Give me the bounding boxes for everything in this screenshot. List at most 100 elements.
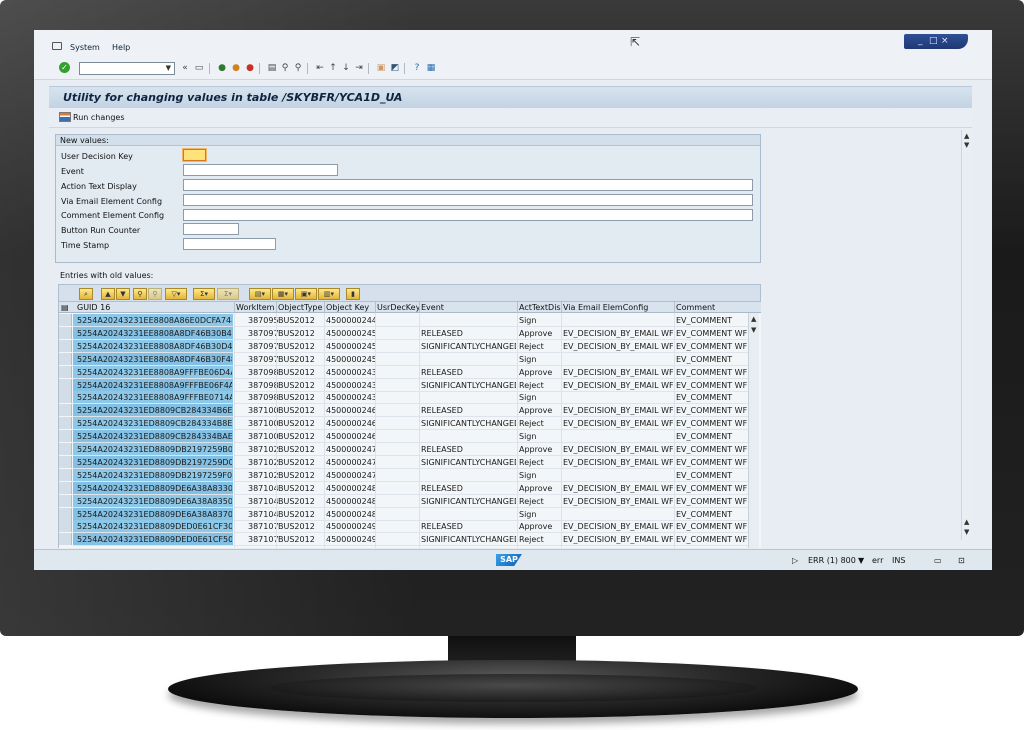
cell-acttextdis[interactable]: Sign	[519, 393, 562, 402]
exit-icon[interactable]: ●	[230, 62, 242, 74]
cell-guid[interactable]: 5254A20243231ED8809CB284334B8EB3	[77, 419, 232, 428]
time-stamp-input[interactable]	[183, 238, 276, 250]
table-row[interactable]: 5254A20243231ED8809DB2197259B00C 387102 BU…	[59, 443, 749, 456]
row-selector[interactable]	[59, 520, 72, 533]
system-info[interactable]: ERR (1) 800	[808, 556, 856, 565]
cell-objectkey[interactable]: 4500000249	[326, 535, 376, 544]
find-next-icon[interactable]: ⚲	[292, 62, 304, 74]
cell-event[interactable]: RELEASED	[421, 329, 516, 338]
cell-via-email-elemconfig[interactable]: EV_DECISION_BY_EMAIL WF	[563, 419, 673, 428]
run-changes-icon[interactable]	[59, 112, 71, 122]
table-row[interactable]: 5254A20243231ED8809DE6A38A833033 387104 BU…	[59, 481, 749, 495]
cell-guid[interactable]: 5254A20243231EE8808A9FFFBE06D4A0	[77, 368, 232, 377]
cell-objectkey[interactable]: 4500000246	[326, 432, 376, 441]
cell-acttextdis[interactable]: Sign	[519, 510, 562, 519]
cell-guid[interactable]: 5254A20243231ED8809DED0E61CF503C	[77, 535, 232, 544]
row-selector[interactable]	[59, 378, 72, 391]
cell-guid[interactable]: 5254A20243231ED8809DED0E61CF303C	[77, 522, 232, 531]
column-header-via-email-elemconfig[interactable]: Via Email ElemConfig	[563, 303, 673, 312]
row-selector[interactable]	[59, 365, 72, 378]
scroll-up-icon[interactable]: ▲	[964, 518, 969, 526]
table-row[interactable]: 5254A20243231EE8808A9FFFBE06D4A0 387098 BU…	[59, 365, 749, 379]
sort-ascending-icon[interactable]: ▲	[101, 288, 115, 300]
cell-workitem[interactable]: 387107	[248, 535, 278, 544]
cell-via-email-elemconfig[interactable]: EV_DECISION_BY_EMAIL WF	[563, 368, 673, 377]
run-changes-button[interactable]: Run changes	[73, 113, 125, 122]
table-row[interactable]: 5254A20243231ED8809CB284334BAEB3 387100 BU…	[59, 430, 749, 444]
table-row[interactable]: 5254A20243231EE8808A9FFFBE0714A0 387098 BU…	[59, 391, 749, 405]
cell-guid[interactable]: 5254A20243231EE8808A86E0DCFA7480	[77, 316, 232, 325]
maximize-icon[interactable]: □	[929, 36, 938, 46]
print-preview-icon[interactable]: ▤▾	[249, 288, 271, 300]
cell-event[interactable]: RELEASED	[421, 484, 516, 493]
column-header-objectkey[interactable]: Object Key	[326, 303, 376, 312]
cell-guid[interactable]: 5254A20243231ED8809DE6A38A837033	[77, 510, 232, 519]
cell-objecttype[interactable]: BUS2012	[278, 329, 324, 338]
cell-comment[interactable]: EV_COMMENT	[676, 471, 748, 480]
table-row[interactable]: 5254A20243231ED8809DB2197259F00C 387102 BU…	[59, 468, 749, 482]
cell-comment[interactable]: EV_COMMENT WF	[676, 381, 748, 390]
cell-comment[interactable]: EV_COMMENT	[676, 316, 748, 325]
cell-via-email-elemconfig[interactable]: EV_DECISION_BY_EMAIL WF	[563, 497, 673, 506]
cell-acttextdis[interactable]: Sign	[519, 471, 562, 480]
cell-via-email-elemconfig[interactable]: EV_DECISION_BY_EMAIL WF	[563, 406, 673, 415]
scroll-down-icon[interactable]: ▼	[964, 141, 969, 149]
cell-via-email-elemconfig[interactable]: EV_DECISION_BY_EMAIL WF	[563, 329, 673, 338]
subtotal-icon[interactable]: Σ▾	[217, 288, 239, 300]
last-page-icon[interactable]: ⇥	[353, 62, 365, 74]
cell-acttextdis[interactable]: Sign	[519, 432, 562, 441]
layout-icon[interactable]: ▥▾	[318, 288, 340, 300]
row-selector[interactable]	[59, 391, 72, 404]
cell-acttextdis[interactable]: Reject	[519, 497, 562, 506]
cell-event[interactable]: SIGNIFICANTLYCHANGED	[421, 381, 516, 390]
first-page-icon[interactable]: ⇤	[314, 62, 326, 74]
cell-objecttype[interactable]: BUS2012	[278, 406, 324, 415]
table-row[interactable]: 5254A20243231EE8808A86E0DCFA7480 387095 BU…	[59, 314, 749, 327]
cell-comment[interactable]: EV_COMMENT WF	[676, 497, 748, 506]
cell-objectkey[interactable]: 4500000247	[326, 471, 376, 480]
filter-icon[interactable]: ▽▾	[165, 288, 187, 300]
row-selector[interactable]	[59, 314, 72, 326]
command-field[interactable]: ▼	[79, 62, 175, 75]
cell-comment[interactable]: EV_COMMENT WF	[676, 445, 748, 454]
previous-page-icon[interactable]: ↑	[327, 62, 339, 74]
cell-acttextdis[interactable]: Approve	[519, 368, 562, 377]
cell-objectkey[interactable]: 4500000247	[326, 445, 376, 454]
cell-comment[interactable]: EV_COMMENT WF	[676, 535, 748, 544]
cell-acttextdis[interactable]: Sign	[519, 316, 562, 325]
cell-objecttype[interactable]: BUS2012	[278, 381, 324, 390]
row-selector[interactable]	[59, 443, 72, 455]
cell-acttextdis[interactable]: Approve	[519, 445, 562, 454]
cell-via-email-elemconfig[interactable]: EV_DECISION_BY_EMAIL WF	[563, 535, 673, 544]
cell-guid[interactable]: 5254A20243231EE8808A9FFFBE06F4A0	[77, 381, 232, 390]
cell-acttextdis[interactable]: Reject	[519, 342, 562, 351]
chevron-down-icon[interactable]: ▼	[166, 64, 171, 72]
cell-objecttype[interactable]: BUS2012	[278, 342, 324, 351]
row-selector[interactable]	[59, 430, 72, 443]
cell-guid[interactable]: 5254A20243231ED8809CB284334B6EB3	[77, 406, 232, 415]
system-dropdown-icon[interactable]: ▼	[858, 556, 864, 565]
cell-guid[interactable]: 5254A20243231ED8809DB2197259F00C	[77, 471, 232, 480]
menu-help[interactable]: Help	[112, 43, 130, 52]
cell-event[interactable]: RELEASED	[421, 522, 516, 531]
cell-objectkey[interactable]: 4500000243	[326, 381, 376, 390]
cell-objectkey[interactable]: 4500000243	[326, 393, 376, 402]
cell-comment[interactable]: EV_COMMENT	[676, 393, 748, 402]
cell-objectkey[interactable]: 4500000245	[326, 342, 376, 351]
scroll-up-icon[interactable]: ▲	[964, 132, 969, 140]
close-icon[interactable]: ×	[941, 36, 949, 46]
cell-comment[interactable]: EV_COMMENT WF	[676, 419, 748, 428]
column-header-event[interactable]: Event	[421, 303, 516, 312]
cell-event[interactable]: SIGNIFICANTLYCHANGED	[421, 535, 516, 544]
column-header-workitem[interactable]: WorkItem	[236, 303, 276, 312]
cell-objecttype[interactable]: BUS2012	[278, 368, 324, 377]
cell-workitem[interactable]: 387100	[248, 406, 278, 415]
cell-objecttype[interactable]: BUS2012	[278, 522, 324, 531]
table-row[interactable]: 5254A20243231EE8808A8DF46B30D487 387097 BU…	[59, 339, 749, 353]
cell-objectkey[interactable]: 4500000249	[326, 522, 376, 531]
cell-comment[interactable]: EV_COMMENT WF	[676, 484, 748, 493]
cell-comment[interactable]: EV_COMMENT	[676, 432, 748, 441]
cell-acttextdis[interactable]: Sign	[519, 355, 562, 364]
cell-guid[interactable]: 5254A20243231EE8808A8DF46B30B487	[77, 329, 232, 338]
menu-icon[interactable]	[52, 42, 62, 50]
